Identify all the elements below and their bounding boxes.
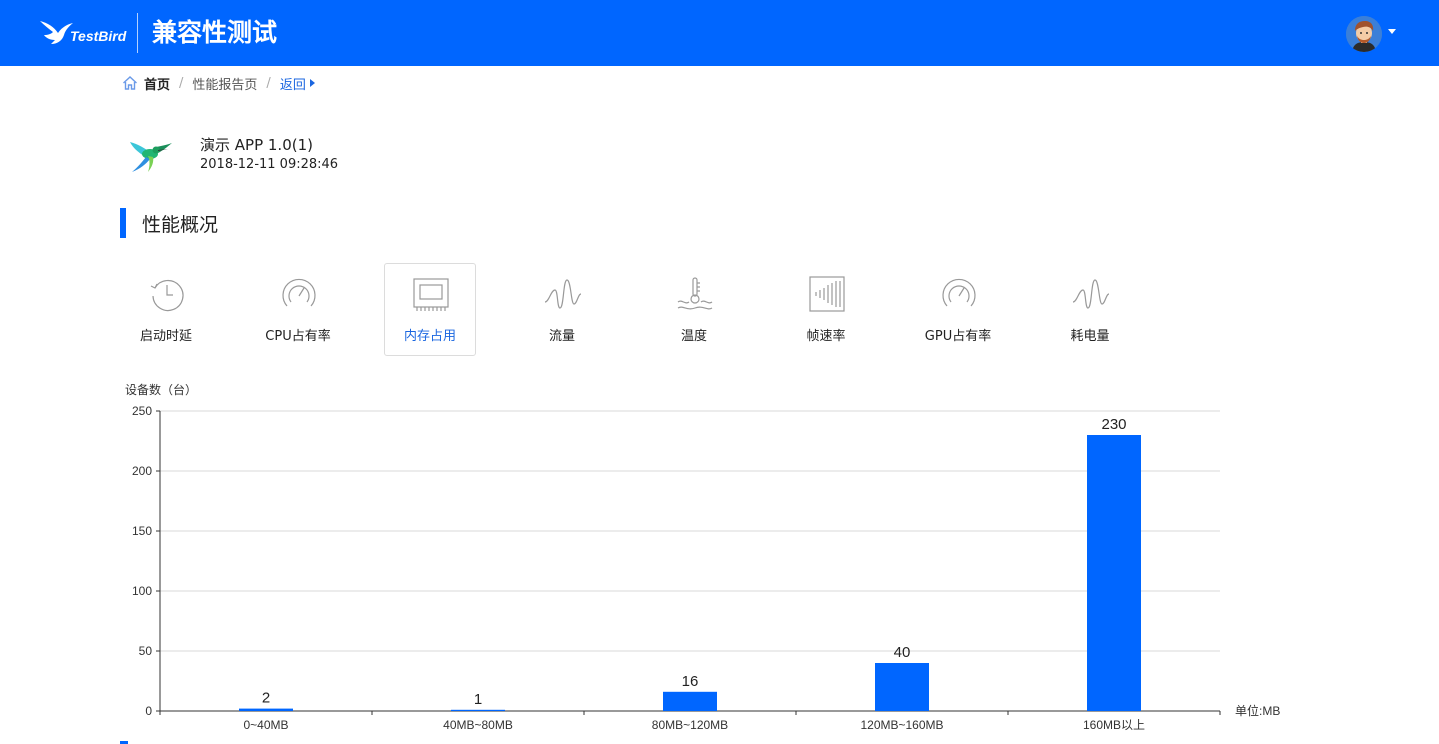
thermometer-icon	[677, 277, 713, 310]
hummingbird-app-icon	[130, 142, 172, 172]
frame-rate-icon	[809, 276, 845, 312]
user-avatar[interactable]	[1346, 16, 1382, 52]
x-axis-unit-label: 单位:MB	[1235, 703, 1280, 718]
caret-down-icon[interactable]	[1388, 29, 1396, 34]
bar-value-label: 2	[262, 690, 270, 707]
y-tick-label: 0	[145, 704, 152, 718]
bar	[663, 691, 717, 711]
breadcrumb-separator: /	[179, 75, 184, 91]
tab-cpu-usage[interactable]: CPU占有率	[252, 263, 344, 356]
breadcrumb-home[interactable]: 首页	[144, 74, 170, 93]
wave-icon	[1072, 279, 1110, 309]
bar	[451, 709, 505, 711]
testbird-logo[interactable]: TestBird	[38, 14, 126, 50]
tab-label: CPU占有率	[265, 329, 331, 344]
bar-value-label: 16	[682, 673, 699, 690]
gauge-icon	[282, 278, 316, 307]
top-navigation-bar: TestBird 兼容性测试	[0, 0, 1439, 66]
bar	[1087, 435, 1141, 711]
wave-icon	[544, 279, 582, 309]
bar-chart-svg: 设备数（台） 0 50 100 150 200 250 2 0~40MB 1 40MB~80MB 16…	[125, 382, 1280, 732]
tab-frame-rate[interactable]: 帧速率	[780, 263, 872, 356]
breadcrumb-current: 性能报告页	[192, 77, 258, 93]
tab-label: 内存占用	[403, 329, 456, 344]
avatar-face-icon	[1346, 16, 1382, 52]
gauge-icon	[942, 278, 976, 307]
tab-temperature[interactable]: 温度	[648, 263, 740, 356]
y-tick-label: 150	[132, 524, 152, 538]
page-title: 兼容性测试	[152, 18, 278, 47]
tab-gpu-usage[interactable]: GPU占有率	[912, 263, 1004, 356]
report-time: 2018-12-11 09:28:46	[200, 157, 339, 172]
home-icon[interactable]	[122, 75, 138, 91]
section-title-text: 性能概况	[142, 213, 219, 236]
logo-text: TestBird	[70, 28, 127, 44]
bird-logo-icon	[40, 21, 73, 44]
bar	[239, 708, 293, 711]
tab-power-consumption[interactable]: 耗电量	[1044, 263, 1136, 356]
section-accent-bar	[120, 208, 126, 238]
breadcrumb-separator: /	[266, 75, 271, 91]
tab-traffic[interactable]: 流量	[516, 263, 608, 356]
back-link[interactable]: 返回	[280, 74, 315, 93]
x-tick-label: 80MB~120MB	[652, 718, 728, 732]
x-tick-label: 0~40MB	[243, 718, 288, 732]
section-title: 性能概况	[120, 208, 218, 238]
header-divider	[137, 13, 138, 53]
x-tick-label: 160MB以上	[1083, 718, 1145, 732]
bar-value-label: 40	[894, 644, 911, 661]
bar-value-label: 230	[1101, 416, 1126, 433]
tab-startup-latency[interactable]: 启动时延	[120, 263, 212, 356]
y-tick-label: 100	[132, 584, 152, 598]
tab-label: 启动时延	[139, 329, 192, 344]
x-tick-label: 120MB~160MB	[860, 718, 943, 732]
x-tick-label: 40MB~80MB	[443, 718, 513, 732]
tab-label: 耗电量	[1070, 329, 1110, 344]
caret-right-icon	[309, 79, 315, 87]
bar-value-label: 1	[474, 691, 482, 708]
tab-memory-usage[interactable]: 内存占用	[384, 263, 476, 356]
y-tick-label: 50	[139, 644, 153, 658]
bar	[875, 663, 929, 711]
breadcrumb: 首页 / 性能报告页 / 返回	[122, 73, 315, 93]
tab-label: 帧速率	[806, 329, 846, 344]
tab-label: 温度	[680, 329, 707, 344]
y-tick-label: 200	[132, 464, 152, 478]
memory-chip-icon	[413, 278, 449, 311]
tab-label: 流量	[548, 329, 575, 344]
back-link-label: 返回	[279, 77, 306, 93]
clock-icon	[150, 279, 184, 312]
y-tick-label: 250	[132, 404, 152, 418]
tab-label: GPU占有率	[924, 329, 992, 344]
metric-tabs: 启动时延 CPU占有率 内存占用 流量 温度 帧速率 GPU占有率 耗电量	[120, 263, 1180, 356]
memory-usage-chart: 设备数（台） 0 50 100 150 200 250 2 0~40MB 1 40MB~80MB 16…	[120, 378, 1300, 740]
y-axis-title: 设备数（台）	[125, 382, 197, 397]
app-name: 演示 APP 1.0(1)	[200, 136, 313, 154]
